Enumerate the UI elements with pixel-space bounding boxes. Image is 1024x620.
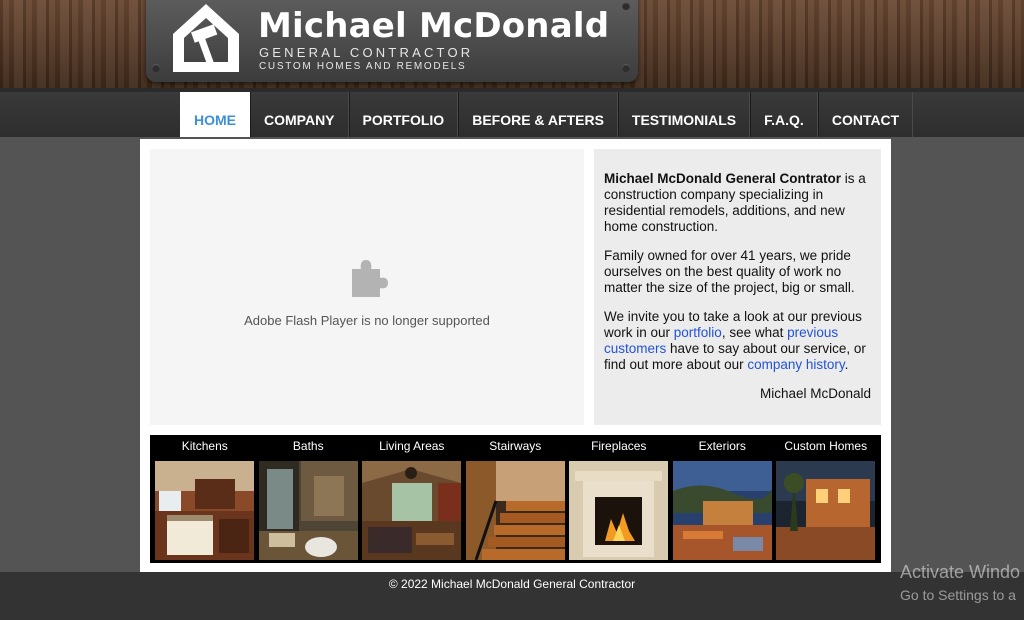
copyright-text: © 2022 Michael McDonald General Contract… (388, 577, 636, 591)
gallery-tile-baths[interactable]: Baths (257, 435, 361, 563)
nav-item-portfolio[interactable]: PORTFOLIO (348, 92, 459, 137)
company-history-link[interactable]: company history (747, 357, 844, 372)
gallery-tile-label: Fireplaces (591, 439, 647, 453)
logo-plaque[interactable]: Michael McDonald GENERAL CONTRACTOR CUST… (146, 0, 638, 82)
nav-item-faq[interactable]: F.A.Q. (750, 92, 818, 137)
gallery-tile-label: Exteriors (698, 439, 746, 453)
house-hammer-icon (170, 0, 242, 79)
intro-text: . (844, 357, 849, 372)
screw-decoration (622, 64, 630, 72)
custom-home-photo[interactable] (776, 461, 875, 560)
nav-item-home[interactable]: HOME (180, 92, 250, 137)
living-area-photo[interactable] (362, 461, 461, 560)
gallery-tile-label: Living Areas (379, 439, 445, 453)
intro-paragraph-3: We invite you to take a look at our prev… (604, 309, 871, 373)
nav-item-contact[interactable]: CONTACT (817, 92, 914, 137)
intro-panel: Michael McDonald General Contrator is a … (594, 149, 881, 425)
tagline-secondary: CUSTOM HOMES AND REMODELS (259, 61, 467, 72)
gallery-tile-custom-homes[interactable]: Custom Homes (774, 435, 878, 563)
windows-activation-watermark-title: Activate Windo (900, 562, 1021, 582)
gallery-tile-stairways[interactable]: Stairways (464, 435, 568, 563)
portfolio-link[interactable]: portfolio (674, 325, 722, 340)
stairway-photo[interactable] (465, 461, 565, 560)
category-gallery: Kitchens Baths Living Areas Stairways Fi… (150, 435, 881, 563)
flash-unsupported-message: Adobe Flash Player is no longer supporte… (244, 313, 490, 328)
company-legal-name: Michael McDonald General Contrator (604, 171, 842, 186)
gallery-tile-fireplaces[interactable]: Fireplaces (567, 435, 671, 563)
footer: © 2022 Michael McDonald General Contract… (0, 572, 1024, 620)
intro-paragraph-2: Family owned for over 41 years, we pride… (604, 248, 855, 295)
signature: Michael McDonald (759, 386, 871, 401)
puzzle-piece-icon (346, 257, 390, 306)
fireplace-photo[interactable] (569, 461, 668, 560)
nav-item-company[interactable]: COMPANY (250, 92, 349, 137)
gallery-tile-label: Kitchens (181, 439, 228, 453)
flash-placeholder[interactable]: Adobe Flash Player is no longer supporte… (150, 149, 584, 425)
screw-decoration (622, 2, 630, 10)
main-nav: HOME COMPANY PORTFOLIO BEFORE & AFTERS T… (180, 92, 914, 137)
tagline-primary: GENERAL CONTRACTOR (259, 45, 474, 60)
gallery-tile-label: Baths (292, 439, 324, 453)
intro-text: , see what (721, 325, 788, 340)
company-name: Michael McDonald (258, 6, 610, 46)
intro-paragraph-1: Michael McDonald General Contrator is a … (604, 171, 871, 235)
windows-activation-watermark-subtitle: Go to Settings to a (900, 587, 1016, 603)
main-content: Adobe Flash Player is no longer supporte… (140, 139, 891, 572)
gallery-tile-living-areas[interactable]: Living Areas (360, 435, 464, 563)
gallery-tile-label: Custom Homes (784, 439, 868, 453)
nav-item-testimonials[interactable]: TESTIMONIALS (617, 92, 751, 137)
bath-photo[interactable] (258, 461, 358, 560)
nav-item-before-afters[interactable]: BEFORE & AFTERS (458, 92, 618, 137)
kitchen-photo[interactable] (155, 461, 254, 560)
gallery-tile-exteriors[interactable]: Exteriors (671, 435, 775, 563)
gallery-tile-label: Stairways (489, 439, 542, 453)
exterior-photo[interactable] (672, 461, 772, 560)
screw-decoration (152, 64, 160, 72)
gallery-tile-kitchens[interactable]: Kitchens (153, 435, 257, 563)
